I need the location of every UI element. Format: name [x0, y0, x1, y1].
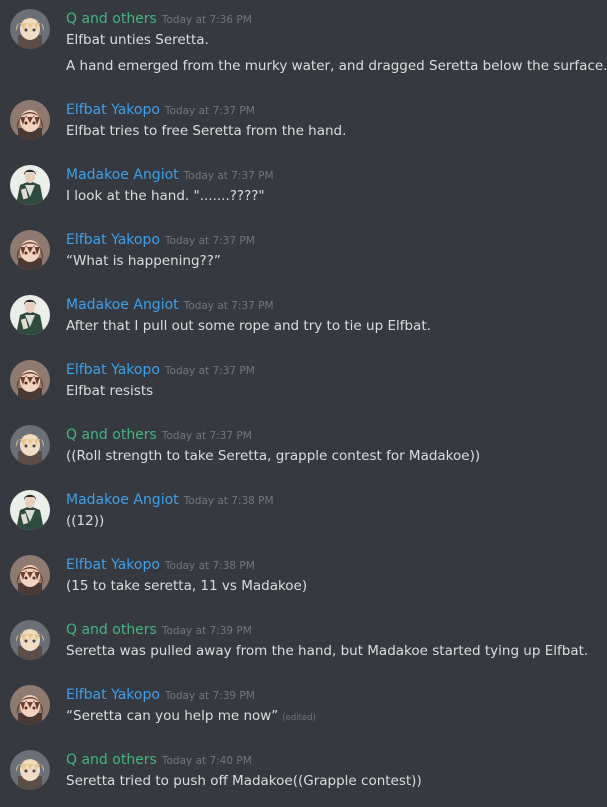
message-header: Q and others Today at 7:40 PM: [66, 749, 252, 771]
timestamp: Today at 7:39 PM: [164, 690, 255, 702]
author-name[interactable]: Q and others: [66, 622, 157, 638]
green-coat-character-avatar-icon: [10, 490, 50, 530]
timestamp: Today at 7:39 PM: [161, 625, 252, 637]
author-name[interactable]: Elfbat Yakopo: [66, 687, 160, 703]
message-text: Elfbat tries to free Seretta from the ha…: [66, 123, 347, 139]
author-name[interactable]: Elfbat Yakopo: [66, 232, 160, 248]
message-header: Elfbat Yakopo Today at 7:37 PM: [66, 229, 255, 251]
edited-label: (edited): [282, 713, 316, 723]
brown-hair-character-avatar-icon: [10, 360, 50, 400]
author-name[interactable]: Madakoe Angiot: [66, 297, 179, 313]
brown-hair-character-avatar-icon: [10, 555, 50, 595]
message-header: Q and others Today at 7:39 PM: [66, 619, 252, 641]
avatar[interactable]: [10, 555, 50, 595]
chat-message-list[interactable]: Q and others Today at 7:36 PM Elfbat unti…: [0, 0, 607, 807]
green-coat-character-avatar-icon: [10, 165, 50, 205]
message-text: “What is happening??”: [66, 253, 221, 269]
blonde-character-avatar-icon: [10, 425, 50, 465]
message-text: After that I pull out some rope and try …: [66, 318, 431, 334]
brown-hair-character-avatar-icon: [10, 230, 50, 270]
author-name[interactable]: Elfbat Yakopo: [66, 362, 160, 378]
blonde-character-avatar-icon: [10, 750, 50, 790]
author-name[interactable]: Elfbat Yakopo: [66, 102, 160, 118]
author-name[interactable]: Madakoe Angiot: [66, 167, 179, 183]
message-header: Elfbat Yakopo Today at 7:37 PM: [66, 359, 255, 381]
message-header: Q and others Today at 7:36 PM: [66, 8, 252, 30]
brown-hair-character-avatar-icon: [10, 100, 50, 140]
message-text: A hand emerged from the murky water, and…: [66, 58, 607, 74]
avatar[interactable]: [10, 295, 50, 335]
brown-hair-character-avatar-icon: [10, 685, 50, 725]
message-header: Madakoe Angiot Today at 7:37 PM: [66, 294, 274, 316]
author-name[interactable]: Q and others: [66, 427, 157, 443]
blonde-character-avatar-icon: [10, 9, 50, 49]
message-header: Q and others Today at 7:37 PM: [66, 424, 252, 446]
timestamp: Today at 7:37 PM: [164, 365, 255, 377]
avatar[interactable]: [10, 165, 50, 205]
message-header: Elfbat Yakopo Today at 7:38 PM: [66, 554, 255, 576]
avatar[interactable]: [10, 620, 50, 660]
avatar[interactable]: [10, 490, 50, 530]
green-coat-character-avatar-icon: [10, 295, 50, 335]
author-name[interactable]: Q and others: [66, 11, 157, 27]
avatar[interactable]: [10, 750, 50, 790]
message-header: Madakoe Angiot Today at 7:37 PM: [66, 164, 274, 186]
message-text: ((12)): [66, 513, 105, 529]
timestamp: Today at 7:37 PM: [183, 170, 274, 182]
message-text: Elfbat resists: [66, 383, 154, 399]
author-name[interactable]: Q and others: [66, 752, 157, 768]
message-text-row: “Seretta can you help me now” (edited): [66, 706, 316, 728]
timestamp: Today at 7:37 PM: [161, 430, 252, 442]
avatar[interactable]: [10, 685, 50, 725]
timestamp: Today at 7:37 PM: [164, 235, 255, 247]
avatar[interactable]: [10, 360, 50, 400]
avatar[interactable]: [10, 230, 50, 270]
timestamp: Today at 7:38 PM: [164, 560, 255, 572]
timestamp: Today at 7:37 PM: [164, 105, 255, 117]
message-header: Elfbat Yakopo Today at 7:37 PM: [66, 99, 255, 121]
message-text: “Seretta can you help me now”: [66, 708, 279, 724]
message-text: (15 to take seretta, 11 vs Madakoe): [66, 578, 308, 594]
message-header: Elfbat Yakopo Today at 7:39 PM: [66, 684, 255, 706]
author-name[interactable]: Madakoe Angiot: [66, 492, 179, 508]
avatar[interactable]: [10, 100, 50, 140]
timestamp: Today at 7:40 PM: [161, 755, 252, 767]
timestamp: Today at 7:37 PM: [183, 300, 274, 312]
timestamp: Today at 7:36 PM: [161, 14, 252, 26]
message-text: I look at the hand. ".......????": [66, 188, 265, 204]
blonde-character-avatar-icon: [10, 620, 50, 660]
avatar[interactable]: [10, 9, 50, 49]
message-text: Elfbat unties Seretta.: [66, 32, 209, 48]
avatar[interactable]: [10, 425, 50, 465]
message-text: ((Roll strength to take Seretta, grapple…: [66, 448, 481, 464]
message-text: Seretta was pulled away from the hand, b…: [66, 643, 589, 659]
message-text: Seretta tried to push off Madakoe((Grapp…: [66, 773, 422, 789]
timestamp: Today at 7:38 PM: [183, 495, 274, 507]
author-name[interactable]: Elfbat Yakopo: [66, 557, 160, 573]
message-header: Madakoe Angiot Today at 7:38 PM: [66, 489, 274, 511]
